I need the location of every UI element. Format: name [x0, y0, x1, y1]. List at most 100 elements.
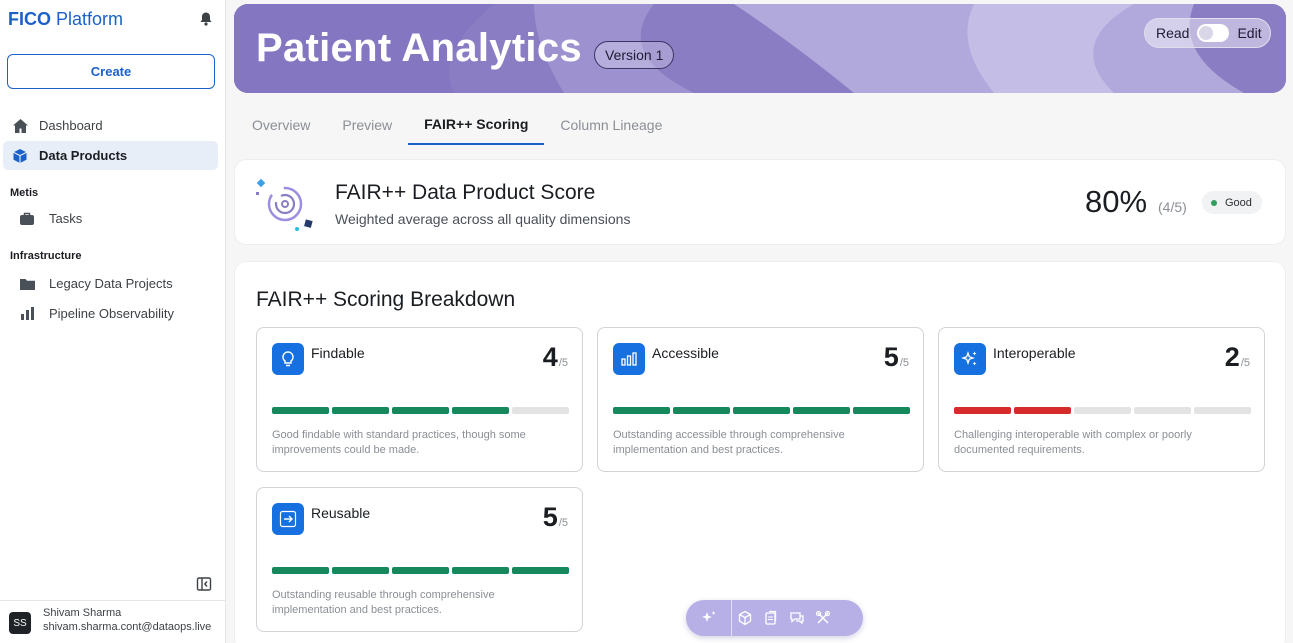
chat-tool-button[interactable]: [784, 600, 810, 636]
tab-column-lineage[interactable]: Column Lineage: [544, 105, 678, 145]
sidebar-item-dashboard[interactable]: Dashboard: [3, 111, 218, 140]
dimension-description: Outstanding accessible through comprehen…: [613, 429, 845, 456]
dimension-score-value: 5: [542, 502, 558, 532]
progress-segment: [954, 407, 1011, 414]
wrench-icon: [815, 610, 831, 624]
dimension-score: 5 /5: [884, 342, 909, 373]
score-card: FAIR++ Data Product Score Weighted avera…: [234, 159, 1286, 245]
collapse-sidebar-icon[interactable]: [196, 576, 212, 592]
progress-segment: [452, 567, 509, 574]
dimension-card-findable: Findable 4 /5 Good findable with standar…: [256, 327, 583, 472]
progress-segment: [613, 407, 670, 414]
progress-segment: [332, 567, 389, 574]
progress-segment: [673, 407, 730, 414]
sidebar-item-label: Tasks: [49, 211, 83, 226]
dimension-name: Interoperable: [993, 345, 1076, 361]
cube-icon: [738, 610, 752, 626]
dimension-score: 4 /5: [543, 342, 568, 373]
clipboard-tool-button[interactable]: [758, 600, 784, 636]
chat-icon: [790, 612, 804, 625]
clipboard-icon: [765, 610, 777, 625]
lightbulb-icon: [272, 343, 304, 375]
dimension-score: 5 /5: [543, 502, 568, 533]
user-profile[interactable]: SS Shivam Sharma shivam.sharma.cont@data…: [0, 600, 226, 643]
status-badge-label: Good: [1225, 196, 1252, 209]
score-percent: 80%: [1085, 184, 1148, 219]
dimension-score: 2 /5: [1225, 342, 1250, 373]
cube-icon: [11, 147, 29, 165]
read-edit-toggle[interactable]: Read Edit: [1144, 18, 1271, 48]
dimension-score-value: 4: [542, 342, 558, 372]
dimension-card-interoperable: Interoperable 2 /5 Challenging interoper…: [938, 327, 1265, 472]
progress-segment: [392, 567, 449, 574]
status-dot-icon: [1211, 199, 1217, 206]
dimension-name: Accessible: [652, 345, 719, 361]
dimension-score-max: /5: [1240, 357, 1250, 369]
sparkles-icon: [954, 343, 986, 375]
dimension-progress-bar: [954, 407, 1251, 414]
status-badge: Good: [1202, 191, 1262, 214]
home-icon: [11, 117, 29, 135]
sidebar-item-label: Pipeline Observability: [49, 306, 175, 321]
progress-segment: [332, 407, 389, 414]
progress-segment: [272, 407, 329, 414]
progress-segment: [512, 567, 569, 574]
sidebar-item-tasks[interactable]: Tasks: [3, 204, 218, 233]
dimension-score-value: 5: [883, 342, 899, 372]
progress-segment: [512, 407, 569, 414]
progress-segment: [1074, 407, 1131, 414]
cube-tool-button[interactable]: [732, 600, 758, 636]
tab-bar: Overview Preview FAIR++ Scoring Column L…: [236, 105, 678, 145]
dimension-progress-bar: [272, 567, 569, 574]
create-button[interactable]: Create: [7, 54, 215, 89]
sidebar-item-pipeline-observability[interactable]: Pipeline Observability: [3, 299, 218, 328]
score-fraction: (4/5): [1158, 199, 1187, 215]
dimension-description: Good findable with standard practices, t…: [272, 429, 526, 456]
floating-toolbar: [686, 600, 863, 636]
page-title: Patient Analytics: [256, 26, 582, 70]
version-badge[interactable]: Version 1: [594, 41, 675, 69]
progress-segment: [272, 567, 329, 574]
ai-sparkles-button[interactable]: [686, 600, 732, 636]
briefcase-icon: [18, 210, 36, 228]
dimension-name: Findable: [311, 345, 365, 361]
user-name: Shivam Sharma: [43, 607, 122, 619]
toggle-read-label: Read: [1156, 25, 1190, 41]
bar-chart-icon: [18, 305, 36, 323]
dimension-card-reusable: Reusable 5 /5 Outstanding reusable throu…: [256, 487, 583, 632]
tab-preview[interactable]: Preview: [326, 105, 408, 145]
dimension-progress-bar: [272, 407, 569, 414]
progress-segment: [392, 407, 449, 414]
user-email: shivam.sharma.cont@dataops.live: [43, 621, 212, 633]
score-title: FAIR++ Data Product Score: [335, 181, 596, 204]
section-label-metis: Metis: [10, 187, 39, 199]
toggle-edit-label: Edit: [1237, 25, 1262, 41]
progress-segment: [452, 407, 509, 414]
sidebar-item-label: Dashboard: [39, 118, 103, 133]
progress-segment: [853, 407, 910, 414]
bell-icon[interactable]: [198, 11, 214, 27]
dimension-score-value: 2: [1224, 342, 1240, 372]
dimension-score-max: /5: [558, 357, 568, 369]
brand-logo[interactable]: FICO Platform: [8, 9, 123, 30]
dimension-name: Reusable: [311, 505, 371, 521]
sidebar-item-legacy-data-projects[interactable]: Legacy Data Projects: [3, 269, 218, 298]
progress-segment: [793, 407, 850, 414]
tab-fair-scoring[interactable]: FAIR++ Scoring: [408, 105, 545, 145]
progress-segment: [1134, 407, 1191, 414]
sidebar-item-label: Data Products: [39, 148, 128, 163]
folder-icon: [18, 275, 36, 293]
section-label-infrastructure: Infrastructure: [10, 250, 82, 262]
avatar: SS: [9, 612, 31, 634]
sidebar-item-data-products[interactable]: Data Products: [3, 141, 218, 170]
score-target-icon: [256, 178, 313, 231]
breakdown-title: FAIR++ Scoring Breakdown: [256, 288, 516, 311]
dimension-progress-bar: [613, 407, 910, 414]
tab-overview[interactable]: Overview: [236, 105, 326, 145]
score-subtitle: Weighted average across all quality dime…: [335, 211, 631, 227]
toggle-switch[interactable]: [1197, 24, 1230, 42]
progress-segment: [733, 407, 790, 414]
sidebar-item-label: Legacy Data Projects: [49, 276, 173, 291]
tools-button[interactable]: [810, 600, 836, 636]
progress-segment: [1194, 407, 1251, 414]
